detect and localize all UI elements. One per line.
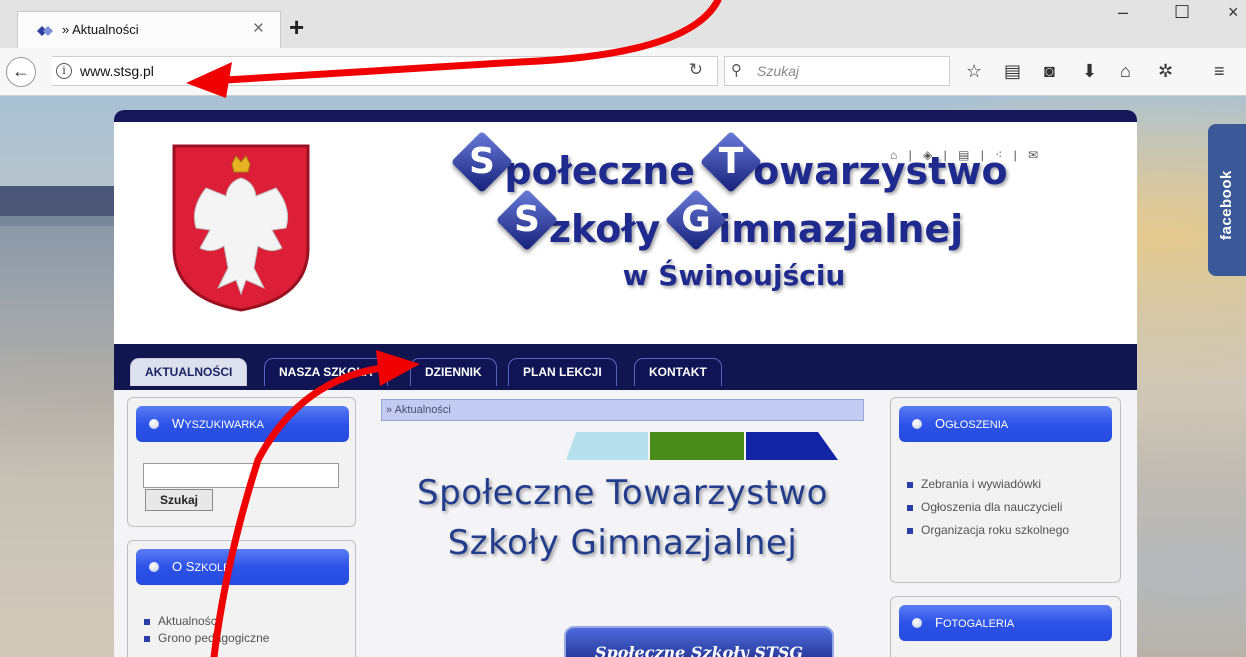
pocket-icon[interactable]: ◙ xyxy=(1044,62,1055,80)
search-widget-header: WYSZUKIWARKA xyxy=(136,406,349,442)
bullet-icon xyxy=(912,419,922,429)
site-title-line-2: Szkoły Gimnazjalnej xyxy=(414,188,1054,256)
reader-icon[interactable]: ▤ xyxy=(1004,62,1021,80)
announcements-widget: OGŁOSZENIA Zebrania i wywiadówki Ogłosze… xyxy=(890,397,1121,583)
site-search-input[interactable] xyxy=(143,463,339,488)
search-icon: ⚲ xyxy=(731,62,742,79)
breadcrumb: » Aktualności xyxy=(381,399,864,421)
nav-tab-dziennik[interactable]: DZIENNIK xyxy=(410,358,497,386)
gallery-header[interactable]: FOTOGALERIA xyxy=(899,605,1112,641)
stsg-banner[interactable]: Społeczne Szkoły STSG xyxy=(564,626,834,657)
tab-title: » Aktualności xyxy=(62,22,139,37)
facebook-tab-label[interactable]: facebook xyxy=(1218,170,1235,240)
new-tab-button[interactable]: + xyxy=(289,14,304,40)
search-placeholder[interactable]: Szukaj xyxy=(757,63,799,79)
list-item[interactable]: Aktualności xyxy=(144,613,344,630)
nav-tab-plan-lekcji[interactable]: PLAN LEKCJI xyxy=(508,358,617,386)
announcements-list: Zebrania i wywiadówki Ogłoszenia dla nau… xyxy=(907,476,1112,539)
list-item[interactable]: Zebrania i wywiadówki xyxy=(907,476,1112,493)
home-icon[interactable]: ⌂ xyxy=(1120,62,1131,80)
list-item[interactable]: Ogłoszenia dla nauczycieli xyxy=(907,499,1112,516)
nav-tab-nasza-szkola[interactable]: NASZA SZKOŁA xyxy=(264,358,388,386)
center-logo-line-2: Szkoły Gimnazjalnej xyxy=(447,523,798,563)
about-school-widget: O SZKOLE Aktualności Grono pedagogiczne xyxy=(127,540,356,657)
document-icon[interactable]: ▤ xyxy=(958,148,973,162)
browser-navigation-bar: ← i www.stsg.pl ↻ ⚲ Szukaj ☆ ▤ ◙ ⬇ ⌂ ✲ ≡ xyxy=(0,48,1246,96)
site-title: Społeczne Towarzystwo Szkoły Gimnazjalne… xyxy=(414,130,1054,296)
site-header: Społeczne Towarzystwo Szkoły Gimnazjalne… xyxy=(114,122,1137,344)
search-bar[interactable]: ⚲ Szukaj xyxy=(724,56,950,86)
nav-tab-kontakt[interactable]: KONTAKT xyxy=(634,358,722,386)
nav-tab-aktualnosci[interactable]: AKTUALNOŚCI xyxy=(130,358,248,386)
list-item[interactable]: Organizacja roku szkolnego xyxy=(907,522,1112,539)
about-school-list: Aktualności Grono pedagogiczne xyxy=(144,613,344,647)
book-icon[interactable]: ◈ xyxy=(923,148,936,162)
header-shortcut-icons: ⌂ | ◈ | ▤ | ⁖ | ✉ xyxy=(890,148,1043,162)
sitemap-icon[interactable]: ⁖ xyxy=(995,148,1006,162)
tab-close-icon[interactable]: × xyxy=(253,18,264,40)
download-icon[interactable]: ⬇ xyxy=(1082,62,1097,80)
home-icon[interactable]: ⌂ xyxy=(890,148,901,162)
browser-tab-strip: » Aktualności × + – ☐ × xyxy=(0,0,1246,48)
minimize-button[interactable]: – xyxy=(1118,2,1128,23)
title-word: imnazjalnej xyxy=(718,207,964,251)
main-navigation: AKTUALNOŚCI NASZA SZKOŁA DZIENNIK PLAN L… xyxy=(114,344,1137,390)
bullet-icon xyxy=(149,562,159,572)
menu-icon[interactable]: ≡ xyxy=(1214,62,1225,80)
color-bar-3 xyxy=(746,432,838,460)
color-bar-1 xyxy=(566,432,648,460)
site-info-icon[interactable]: i xyxy=(56,63,72,79)
title-initial-t: T xyxy=(699,130,763,194)
maximize-button[interactable]: ☐ xyxy=(1174,2,1190,23)
polish-eagle-emblem-icon xyxy=(172,144,310,312)
site-title-city: w Świnoujściu xyxy=(622,259,846,292)
address-bar[interactable]: i www.stsg.pl ↻ xyxy=(52,56,718,86)
bullet-icon xyxy=(912,618,922,628)
back-arrow-icon[interactable]: ← xyxy=(6,57,36,87)
list-item[interactable]: Grono pedagogiczne xyxy=(144,630,344,647)
announcements-header: OGŁOSZENIA xyxy=(899,406,1112,442)
title-initial-g: G xyxy=(665,188,728,252)
site-favicon-icon xyxy=(37,26,53,36)
site-search-button[interactable]: Szukaj xyxy=(145,489,213,511)
title-word: zkoły xyxy=(548,207,661,251)
bullet-icon xyxy=(149,419,159,429)
close-window-button[interactable]: × xyxy=(1228,2,1239,23)
star-icon[interactable]: ☆ xyxy=(966,62,982,80)
color-bars-graphic xyxy=(566,432,838,460)
center-logo-line-1: Społeczne Towarzystwo xyxy=(417,473,828,513)
about-school-header: O SZKOLE xyxy=(136,549,349,585)
reload-icon[interactable]: ↻ xyxy=(689,60,703,80)
title-word: połeczne xyxy=(504,149,696,193)
site-top-bar xyxy=(114,110,1137,122)
gallery-widget: FOTOGALERIA xyxy=(890,596,1121,657)
color-bar-2 xyxy=(650,432,744,460)
url-text[interactable]: www.stsg.pl xyxy=(80,63,154,79)
browser-tab[interactable]: » Aktualności × xyxy=(17,11,281,48)
title-initial-s: S xyxy=(495,188,558,252)
extension-icon[interactable]: ✲ xyxy=(1158,62,1173,80)
mail-icon[interactable]: ✉ xyxy=(1028,148,1042,162)
background-photo-building xyxy=(0,216,120,657)
center-logo-text: Społeczne Towarzystwo Szkoły Gimnazjalne… xyxy=(381,468,864,568)
